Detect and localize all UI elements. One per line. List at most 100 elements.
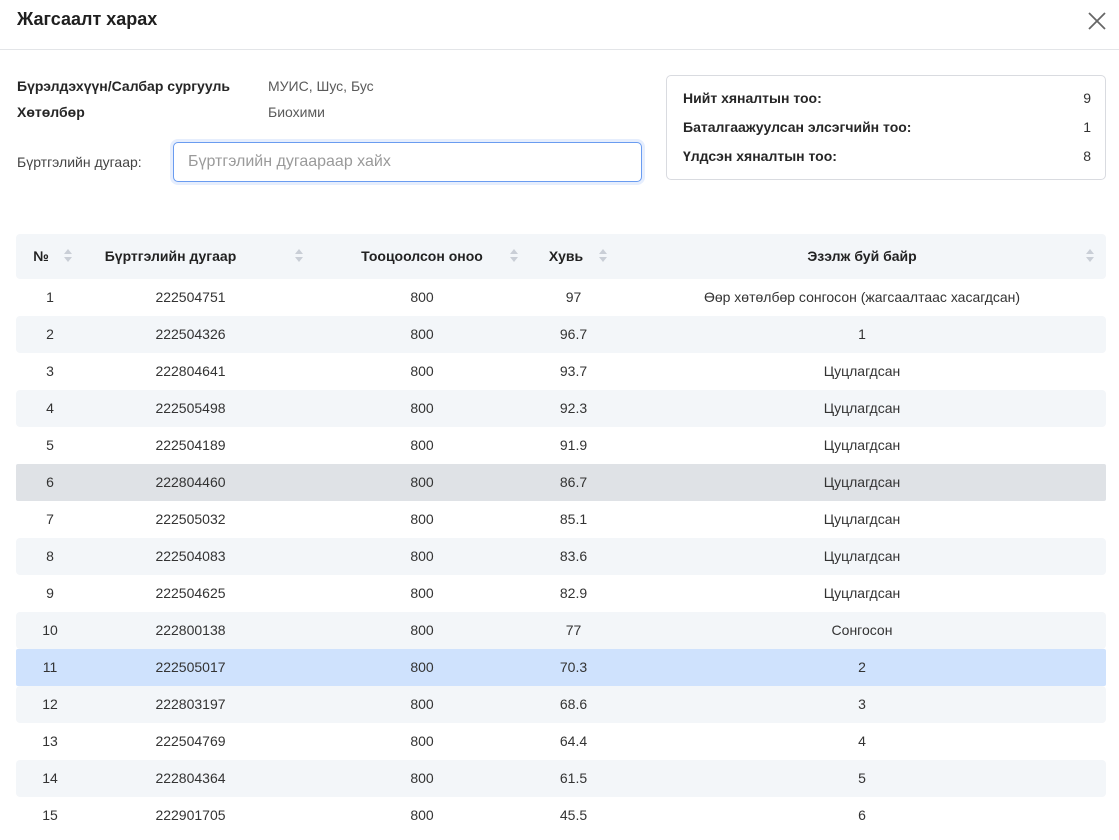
cell-rank: 5 (858, 770, 866, 786)
cell-number: 12 (42, 696, 58, 712)
cell-percent: 93.7 (559, 363, 588, 379)
col-header-score[interactable]: Тооцоолсон оноо (327, 234, 517, 279)
table-row[interactable]: 10 222800138 800 77 Сонгосон (16, 612, 1106, 649)
stat-total: Нийт хяналтын тоо: 9 (683, 90, 1091, 110)
cell-number: 5 (46, 437, 54, 453)
cell-rank: 4 (858, 733, 866, 749)
cell-percent: 92.3 (559, 400, 588, 416)
org-value: МУИС, Шус, Бус (268, 78, 374, 94)
table-row[interactable]: 2 222504326 800 96.7 1 (16, 316, 1106, 353)
cell-rank: Цуцлагдсан (823, 437, 901, 453)
sort-icon[interactable] (64, 249, 72, 263)
cell-rank: 2 (858, 659, 866, 675)
cell-number: 9 (46, 585, 54, 601)
stat-remaining-label: Үлдсэн хяналтын тоо: (683, 148, 837, 164)
cell-score: 800 (410, 437, 434, 453)
cell-percent: 97 (565, 289, 582, 305)
sort-icon[interactable] (599, 249, 607, 263)
cell-number: 14 (42, 770, 58, 786)
table-row[interactable]: 5 222504189 800 91.9 Цуцлагдсан (16, 427, 1106, 464)
cell-rank: 6 (858, 807, 866, 823)
dialog-title: Жагсаалт харах (17, 9, 158, 29)
cell-registration: 222804641 (155, 363, 226, 379)
table-row[interactable]: 13 222504769 800 64.4 4 (16, 723, 1106, 760)
close-icon[interactable] (1086, 10, 1108, 32)
table-row[interactable]: 4 222505498 800 92.3 Цуцлагдсан (16, 390, 1106, 427)
cell-rank: Цуцлагдсан (823, 400, 901, 416)
cell-score: 800 (410, 289, 434, 305)
cell-score: 800 (410, 511, 434, 527)
stat-remaining: Үлдсэн хяналтын тоо: 8 (683, 148, 1091, 168)
table-row[interactable]: 9 222504625 800 82.9 Цуцлагдсан (16, 575, 1106, 612)
cell-number: 15 (42, 807, 58, 823)
cell-score: 800 (410, 474, 434, 490)
cell-score: 800 (410, 585, 434, 601)
cell-percent: 45.5 (559, 807, 588, 823)
cell-score: 800 (410, 548, 434, 564)
cell-registration: 222803197 (155, 696, 226, 712)
cell-number: 13 (42, 733, 58, 749)
col-header-number[interactable]: № (16, 234, 66, 279)
cell-percent: 61.5 (559, 770, 588, 786)
cell-registration: 222504189 (155, 437, 226, 453)
table-row[interactable]: 7 222505032 800 85.1 Цуцлагдсан (16, 501, 1106, 538)
program-value: Биохими (268, 104, 325, 120)
cell-percent: 86.7 (559, 474, 588, 490)
cell-number: 2 (46, 326, 54, 342)
table-row[interactable]: 3 222804641 800 93.7 Цуцлагдсан (16, 353, 1106, 390)
stat-confirmed-label: Баталгаажуулсан элсэгчийн тоо: (683, 119, 912, 135)
stat-remaining-value: 8 (1083, 148, 1091, 164)
cell-registration: 222504083 (155, 548, 226, 564)
col-header-registration[interactable]: Бүртгэлийн дугаар (84, 234, 297, 279)
cell-score: 800 (410, 622, 434, 638)
table-row[interactable]: 11 222505017 800 70.3 2 (16, 649, 1106, 686)
cell-number: 3 (46, 363, 54, 379)
cell-percent: 64.4 (559, 733, 588, 749)
cell-registration: 222804364 (155, 770, 226, 786)
cell-rank: Цуцлагдсан (823, 585, 901, 601)
table-row[interactable]: 15 222901705 800 45.5 6 (16, 797, 1106, 834)
cell-rank: Цуцлагдсан (823, 511, 901, 527)
cell-percent: 83.6 (559, 548, 588, 564)
cell-number: 11 (42, 659, 58, 675)
col-header-percent[interactable]: Хувь (527, 234, 605, 279)
cell-registration: 222505498 (155, 400, 226, 416)
stat-confirmed-value: 1 (1083, 119, 1091, 135)
col-header-rank[interactable]: Эзэлж буй байр (646, 234, 1078, 279)
table-row[interactable]: 1 222504751 800 97 Өөр хөтөлбөр сонгосон (жа… (16, 279, 1106, 316)
cell-registration: 222504326 (155, 326, 226, 342)
table-row[interactable]: 12 222803197 800 68.6 3 (16, 686, 1106, 723)
sort-icon[interactable] (1086, 249, 1094, 263)
stat-confirmed: Баталгаажуулсан элсэгчийн тоо: 1 (683, 119, 1091, 139)
dialog-header: Жагсаалт харах (0, 0, 1119, 50)
cell-rank: 3 (858, 696, 866, 712)
cell-score: 800 (410, 770, 434, 786)
cell-number: 10 (42, 622, 58, 638)
cell-registration: 222504751 (155, 289, 226, 305)
cell-registration: 222505032 (155, 511, 226, 527)
cell-score: 800 (410, 696, 434, 712)
stat-total-label: Нийт хяналтын тоо: (683, 90, 822, 106)
cell-score: 800 (410, 363, 434, 379)
cell-score: 800 (410, 400, 434, 416)
cell-score: 800 (410, 807, 434, 823)
cell-score: 800 (410, 326, 434, 342)
cell-percent: 82.9 (559, 585, 588, 601)
cell-rank: Өөр хөтөлбөр сонгосон (жагсаалтаас хасаг… (703, 289, 1021, 305)
cell-rank: Цуцлагдсан (823, 474, 901, 490)
cell-registration: 222505017 (155, 659, 226, 675)
table-row[interactable]: 8 222504083 800 83.6 Цуцлагдсан (16, 538, 1106, 575)
sort-icon[interactable] (295, 249, 303, 263)
cell-registration: 222504625 (155, 585, 226, 601)
sort-icon[interactable] (510, 249, 518, 263)
cell-number: 6 (46, 474, 54, 490)
stat-total-value: 9 (1083, 90, 1091, 106)
table-row[interactable]: 6 222804460 800 86.7 Цуцлагдсан (16, 464, 1106, 501)
cell-registration: 222504769 (155, 733, 226, 749)
table-row[interactable]: 14 222804364 800 61.5 5 (16, 760, 1106, 797)
search-input[interactable] (173, 142, 642, 182)
cell-rank: Цуцлагдсан (823, 363, 901, 379)
cell-number: 1 (46, 289, 54, 305)
table-header: № Бүртгэлийн дугаар Тооцоолсон оноо Хувь… (16, 234, 1106, 279)
cell-percent: 70.3 (559, 659, 588, 675)
